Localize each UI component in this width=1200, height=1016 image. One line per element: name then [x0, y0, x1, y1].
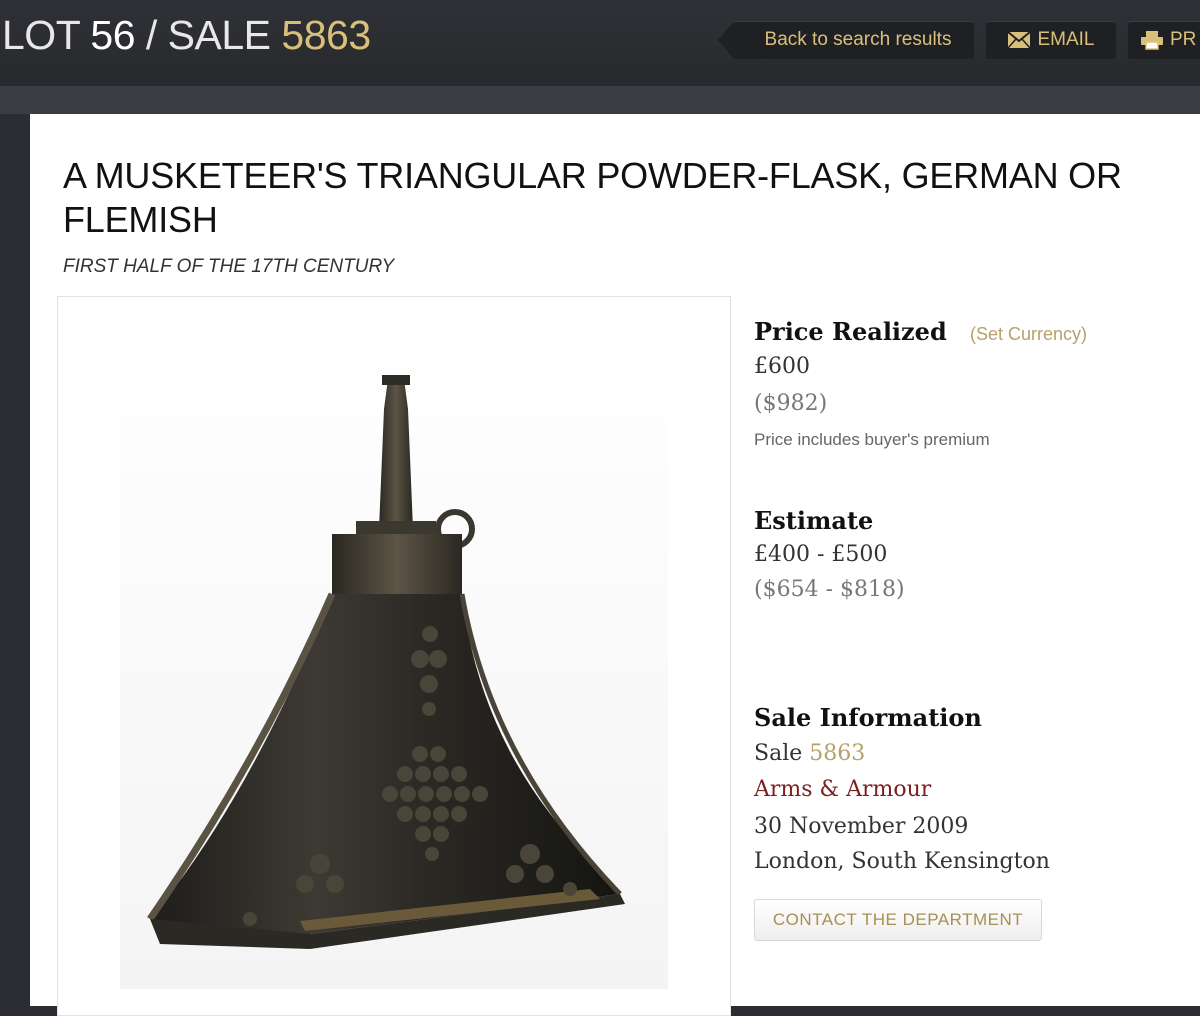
back-to-results-button[interactable]: Back to search results: [732, 21, 974, 59]
sale-prefix: Sale: [754, 741, 810, 766]
lot-number: 56: [90, 12, 135, 58]
envelope-icon: [1007, 31, 1032, 49]
back-to-results-label: Back to search results: [764, 29, 952, 50]
lot-sale-separator: / SALE: [135, 12, 282, 58]
item-subtitle: FIRST HALF OF THE 17TH CENTURY: [63, 256, 395, 277]
estimate-label: Estimate: [754, 506, 874, 535]
sale-number-link[interactable]: 5863: [809, 741, 865, 766]
lot-image-frame[interactable]: [57, 296, 731, 1016]
contact-department-button[interactable]: CONTACT THE DEPARTMENT: [754, 899, 1042, 941]
department-link[interactable]: Arms & Armour: [754, 777, 931, 802]
price-usd: ($982): [754, 391, 828, 416]
header-subbar: [0, 86, 1200, 114]
powder-flask-illustration: [147, 375, 625, 949]
buyers-premium-note: Price includes buyer's premium: [754, 430, 990, 449]
print-label: PR: [1170, 29, 1197, 50]
estimate-gbp: £400 - £500: [754, 542, 888, 567]
print-button[interactable]: PR: [1128, 21, 1200, 59]
sale-information-label: Sale Information: [754, 703, 982, 732]
estimate-usd: ($654 - $818): [754, 577, 905, 602]
price-realized-label: Price Realized: [754, 317, 947, 346]
header-sale-number: 5863: [281, 12, 371, 58]
sale-line: Sale 5863: [754, 741, 865, 766]
sale-date: 30 November 2009: [754, 814, 969, 839]
lot-prefix: LOT: [2, 12, 91, 58]
item-title: A MUSKETEER'S TRIANGULAR POWDER-FLASK, G…: [63, 155, 1122, 240]
lot-image[interactable]: [120, 329, 668, 989]
email-label: EMAIL: [1037, 29, 1095, 50]
lot-title: LOT 56 / SALE 5863: [2, 12, 371, 59]
email-button[interactable]: EMAIL: [986, 21, 1116, 59]
page-header: LOT 56 / SALE 5863 Back to search result…: [0, 0, 1200, 86]
lot-detail-panel: A MUSKETEER'S TRIANGULAR POWDER-FLASK, G…: [30, 114, 1200, 1016]
set-currency-link[interactable]: (Set Currency): [970, 324, 1087, 345]
printer-icon: [1140, 30, 1164, 50]
price-gbp: £600: [754, 354, 810, 379]
sale-location: London, South Kensington: [754, 849, 1050, 874]
